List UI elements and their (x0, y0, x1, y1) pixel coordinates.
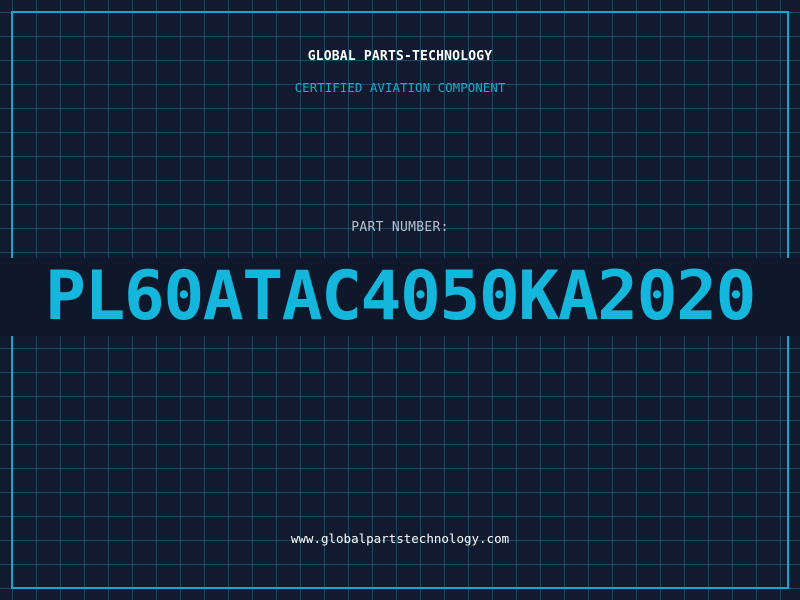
certification-subtitle: CERTIFIED AVIATION COMPONENT (294, 80, 506, 95)
company-name: GLOBAL PARTS-TECHNOLOGY (307, 49, 493, 64)
website-url: www.globalpartstechnology.com (290, 531, 510, 546)
certificate-screen: { "header": { "brand": "GLOBAL PARTS-TEC… (0, 0, 800, 600)
part-number-label: PART NUMBER: (351, 220, 449, 235)
part-number-value: PL60ATAC4050KA2020 (45, 258, 756, 336)
